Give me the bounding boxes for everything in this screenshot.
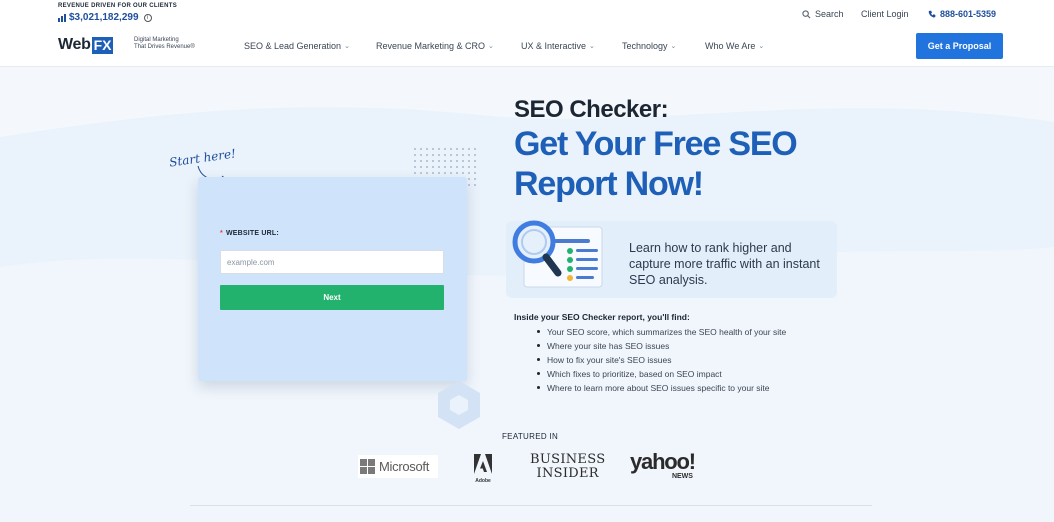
- magnifier-illustration: [512, 220, 603, 288]
- promo-panel: Learn how to rank higher and capture mor…: [506, 220, 837, 298]
- chevron-down-icon: ⌄: [344, 43, 350, 50]
- required-asterisk: *: [220, 230, 223, 237]
- logo-web-text: Web: [58, 36, 91, 53]
- chevron-down-icon: ⌄: [758, 43, 765, 50]
- nav-ux-interactive[interactable]: UX & Interactive ⌄: [521, 41, 595, 51]
- adobe-logo-text: Adobe: [475, 478, 491, 484]
- list-item: Your SEO score, which summarizes the SEO…: [536, 327, 787, 337]
- client-login-link[interactable]: Client Login: [861, 9, 909, 19]
- logo-tagline-line2: That Drives Revenue®: [134, 44, 195, 50]
- page-subtitle: SEO Checker:: [514, 96, 669, 123]
- microsoft-logo-text: Microsoft: [379, 459, 430, 474]
- section-divider: [190, 505, 872, 506]
- logo-tagline: Digital Marketing That Drives Revenue®: [134, 37, 195, 51]
- nav-label: SEO & Lead Generation: [244, 41, 342, 51]
- logo-fx-text: FX: [91, 36, 114, 54]
- website-url-input[interactable]: [220, 250, 444, 274]
- hexagon-decoration: [438, 381, 480, 429]
- revenue-caption: REVENUE DRIVEN FOR OUR CLIENTS: [58, 3, 178, 9]
- logo-tagline-line1: Digital Marketing: [134, 37, 179, 43]
- client-login-label: Client Login: [861, 9, 909, 19]
- business-insider-line2: INSIDER: [536, 466, 599, 481]
- yahoo-news-logo: yahoo! NEWS: [630, 449, 696, 481]
- business-insider-line1: BUSINESS: [530, 452, 606, 467]
- webfx-logo[interactable]: Web FX: [58, 36, 114, 54]
- report-contents-title: Inside your SEO Checker report, you'll f…: [514, 312, 690, 322]
- yahoo-news-text: NEWS: [671, 473, 693, 480]
- revenue-counter: $3,021,182,299 i: [58, 12, 152, 23]
- bar-chart-icon: [58, 13, 66, 22]
- chevron-down-icon: ⌄: [488, 43, 494, 50]
- nav-who-we-are[interactable]: Who We Are ⌄: [705, 41, 764, 51]
- adobe-logo: Adobe: [472, 454, 494, 484]
- website-url-label-text: WEBSITE URL:: [225, 230, 279, 237]
- nav-label: Technology: [622, 41, 668, 51]
- nav-revenue-marketing-cro[interactable]: Revenue Marketing & CRO ⌄: [376, 41, 494, 51]
- microsoft-logo: Microsoft: [358, 455, 438, 478]
- chevron-down-icon: ⌄: [670, 43, 677, 50]
- list-item: Where to learn more about SEO issues spe…: [536, 381, 786, 395]
- nav-label: Revenue Marketing & CRO: [376, 41, 486, 51]
- next-button[interactable]: Next: [220, 285, 444, 310]
- business-insider-logo: BUSINESS INSIDER: [530, 453, 605, 481]
- website-url-label: * WEBSITE URL:: [220, 230, 279, 237]
- search-label: Search: [815, 9, 844, 19]
- list-item: Which fixes to prioritize, based on SEO …: [536, 367, 786, 381]
- nav-label: Who We Are: [705, 41, 756, 51]
- yahoo-logo-text: yahoo!: [630, 449, 696, 474]
- get-proposal-button[interactable]: Get a Proposal: [916, 33, 1003, 59]
- info-icon[interactable]: i: [143, 13, 152, 22]
- list-item: Where your site has SEO issues: [536, 339, 786, 353]
- nav-technology[interactable]: Technology ⌄: [622, 41, 676, 51]
- nav-label: UX & Interactive: [521, 41, 587, 51]
- search-icon: [802, 9, 811, 18]
- phone-icon: [928, 10, 936, 18]
- report-contents-list: Your SEO score, which summarizes the SEO…: [536, 325, 787, 395]
- featured-in-title: FEATURED IN: [502, 432, 559, 441]
- phone-link[interactable]: 888-601-5359: [928, 9, 996, 19]
- adobe-mark-icon: [474, 454, 492, 474]
- microsoft-grid-icon: [360, 459, 375, 474]
- list-item: How to fix your site's SEO issues: [536, 353, 786, 367]
- top-header: REVENUE DRIVEN FOR OUR CLIENTS $3,021,18…: [0, 0, 1054, 67]
- revenue-amount: $3,021,182,299: [69, 12, 139, 23]
- seo-checker-form: *WEBSITE URL: Next: [198, 177, 467, 381]
- page-title: Get Your Free SEO Report Now!: [514, 125, 798, 203]
- chevron-down-icon: ⌄: [589, 43, 595, 50]
- nav-seo-lead-generation[interactable]: SEO & Lead Generation ⌄: [244, 41, 350, 51]
- promo-text: Learn how to rank higher and capture mor…: [629, 241, 820, 287]
- phone-number: 888-601-5359: [940, 9, 997, 19]
- search-link[interactable]: Search: [802, 9, 844, 19]
